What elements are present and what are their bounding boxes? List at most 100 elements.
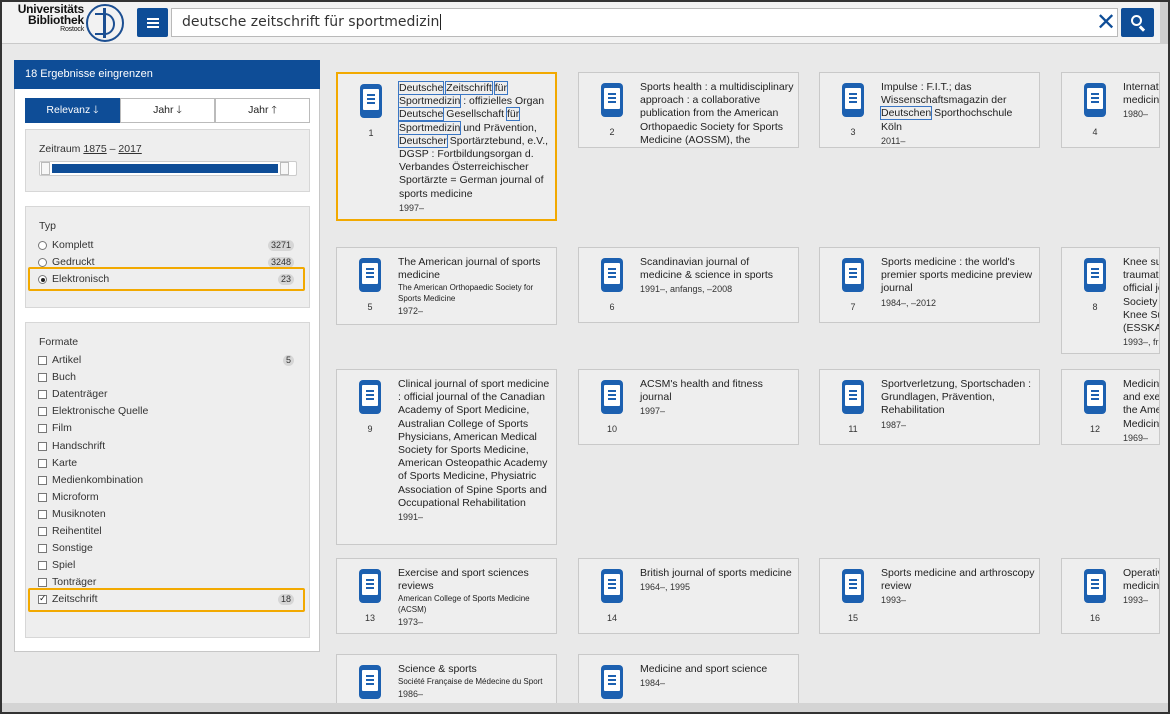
result-title[interactable]: British journal of sports medicine <box>640 567 792 579</box>
result-card[interactable]: 6 Scandinavian journal of medicine & scie… <box>578 247 799 323</box>
format-option-handschrift[interactable]: Handschrift <box>38 440 296 454</box>
library-logo[interactable]: Universitäts Bibliothek Rostock <box>4 3 128 42</box>
result-title[interactable]: Impulse : F.I.T.; das Wissenschaftsmagaz… <box>879 81 1012 133</box>
format-option-artikel[interactable]: Artikel 5 <box>38 354 296 368</box>
format-option-sonstige[interactable]: Sonstige <box>38 542 296 556</box>
result-title[interactable]: Deutsche Zeitschrift für Sportmedizin : … <box>397 81 548 200</box>
checkbox[interactable] <box>38 356 47 365</box>
sort-jahr-asc-button[interactable]: Jahr 🡑 <box>215 98 310 123</box>
result-title[interactable]: Medicine and science in sports and exerc… <box>1123 378 1159 430</box>
result-title[interactable]: Knee surgery, sports traumatology, arthr… <box>1123 256 1159 334</box>
clear-search-icon[interactable]: ✕ <box>1094 10 1118 36</box>
result-title[interactable]: Sports health : a multidisciplinary appr… <box>640 81 794 147</box>
result-card[interactable]: 9 Clinical journal of sport medicine : of… <box>336 369 557 545</box>
checkbox[interactable] <box>38 593 47 606</box>
checkbox[interactable] <box>38 390 47 400</box>
format-option-elektronische-quelle[interactable]: Elektronische Quelle <box>38 405 296 419</box>
facet-label: Elektronische Quelle <box>52 405 149 418</box>
result-title[interactable]: Medicine and sport science <box>640 663 767 675</box>
ejournal-icon <box>842 258 864 292</box>
result-title[interactable]: Exercise and sport sciences reviews <box>398 567 529 592</box>
checkbox[interactable] <box>38 458 47 468</box>
zeitraum-from[interactable]: 1875 <box>83 143 106 155</box>
result-title[interactable]: Operative techniques in sports medicine <box>1123 567 1159 592</box>
sliders-icon <box>146 17 159 28</box>
result-title[interactable]: Science & sports <box>398 663 477 675</box>
result-card[interactable]: 14 British journal of sports medicine 1964… <box>578 558 799 634</box>
checkbox[interactable] <box>38 578 47 588</box>
result-card[interactable]: 18Medicine and sport science1984– <box>578 654 799 706</box>
format-option-datenträger[interactable]: Datenträger <box>38 388 296 402</box>
checkbox[interactable] <box>38 492 47 502</box>
result-title[interactable]: The American journal of sports medicine <box>398 256 540 281</box>
format-option-karte[interactable]: Karte <box>38 457 296 471</box>
ejournal-icon <box>1084 380 1106 414</box>
radio-button[interactable] <box>38 241 47 250</box>
facet-label: Datenträger <box>52 388 108 401</box>
result-text: Medicine and sport science 1984– <box>640 663 794 690</box>
slider-min-handle[interactable] <box>41 162 50 175</box>
format-option-musiknoten[interactable]: Musiknoten <box>38 508 296 522</box>
result-card[interactable]: 5 The American journal of sports medicine… <box>336 247 557 325</box>
typ-option-komplett[interactable]: Komplett 3271 <box>38 239 296 253</box>
checkbox[interactable] <box>38 509 47 519</box>
ejournal-icon <box>601 83 623 117</box>
radio-button[interactable] <box>38 275 47 284</box>
format-option-spiel[interactable]: Spiel <box>38 559 296 573</box>
format-option-zeitschrift[interactable]: Zeitschrift 18 <box>38 593 296 607</box>
result-card[interactable]: 1 Deutsche Zeitschrift für Sportmedizin :… <box>336 72 557 221</box>
ejournal-icon <box>601 258 623 292</box>
format-option-reihentitel[interactable]: Reihentitel <box>38 525 296 539</box>
result-card[interactable]: 16 Operative techniques in sports medicin… <box>1061 558 1160 634</box>
format-option-microform[interactable]: Microform <box>38 491 296 505</box>
checkbox[interactable] <box>38 561 47 571</box>
ejournal-icon <box>359 665 381 699</box>
typ-option-elektronisch[interactable]: Elektronisch 23 <box>38 273 296 287</box>
ejournal-icon <box>360 84 382 118</box>
result-title[interactable]: International journal of sports medicine <box>1123 81 1159 106</box>
sort-jahr-desc-button[interactable]: Jahr 🡓 <box>120 98 215 123</box>
result-card[interactable]: 10 ACSM's health and fitness journal 1997– <box>578 369 799 445</box>
horizontal-scrollbar[interactable] <box>0 703 1170 714</box>
result-card[interactable]: 15 Sports medicine and arthroscopy review… <box>819 558 1040 634</box>
result-card[interactable]: 7 Sports medicine : the world's premier s… <box>819 247 1040 323</box>
result-card[interactable]: 4 International journal of sports medicin… <box>1061 72 1160 148</box>
format-option-medienkombination[interactable]: Medienkombination <box>38 474 296 488</box>
zeitraum-to[interactable]: 2017 <box>118 143 141 155</box>
checkbox[interactable] <box>38 441 47 451</box>
typ-option-gedruckt[interactable]: Gedruckt 3248 <box>38 256 296 270</box>
checkbox[interactable] <box>38 544 47 554</box>
result-card[interactable]: 12 Medicine and science in sports and exe… <box>1061 369 1160 445</box>
checkbox[interactable] <box>38 527 47 536</box>
checkbox[interactable] <box>38 407 47 417</box>
format-option-tonträger[interactable]: Tonträger <box>38 576 296 590</box>
result-card[interactable]: 13 Exercise and sport sciences reviews Ame… <box>336 558 557 634</box>
result-card[interactable]: 8 Knee surgery, sports traumatology, arth… <box>1061 247 1160 354</box>
scrollbar[interactable] <box>1160 0 1170 44</box>
result-title[interactable]: Scandinavian journal of medicine & scien… <box>640 256 773 281</box>
checkbox[interactable] <box>38 475 47 485</box>
format-option-buch[interactable]: Buch <box>38 371 296 385</box>
radio-button[interactable] <box>38 258 47 267</box>
result-title[interactable]: Sports medicine : the world's premier sp… <box>881 256 1032 294</box>
result-title[interactable]: ACSM's health and fitness journal <box>640 378 763 403</box>
search-button[interactable] <box>1121 8 1154 37</box>
result-title[interactable]: Sportverletzung, Sportschaden : Grundlag… <box>881 378 1031 416</box>
format-option-film[interactable]: Film <box>38 422 296 436</box>
result-card[interactable]: 2 Sports health : a multidisciplinary app… <box>578 72 799 148</box>
zeitraum-slider[interactable] <box>39 161 297 176</box>
result-card[interactable]: 11 Sportverletzung, Sportschaden : Grundl… <box>819 369 1040 445</box>
result-text: Scandinavian journal of medicine & scien… <box>640 256 794 297</box>
slider-max-handle[interactable] <box>280 162 289 175</box>
checkbox[interactable] <box>38 373 47 383</box>
sort-relevanz-button[interactable]: Relevanz 🡓 <box>25 98 120 123</box>
result-title[interactable]: Sports medicine and arthroscopy review <box>881 567 1035 592</box>
logo-text: Universitäts Bibliothek Rostock <box>4 3 84 34</box>
filter-toggle-button[interactable] <box>137 8 168 37</box>
search-input[interactable]: deutsche zeitschrift für sportmedizin <box>171 8 1118 37</box>
result-card[interactable]: 17Science & sportsSociété Française de M… <box>336 654 557 706</box>
result-years: 1980– <box>1123 109 1149 120</box>
result-title[interactable]: Clinical journal of sport medicine : off… <box>398 378 549 509</box>
result-card[interactable]: 3 Impulse : F.I.T.; das Wissenschaftsmaga… <box>819 72 1040 148</box>
checkbox[interactable] <box>38 424 47 434</box>
